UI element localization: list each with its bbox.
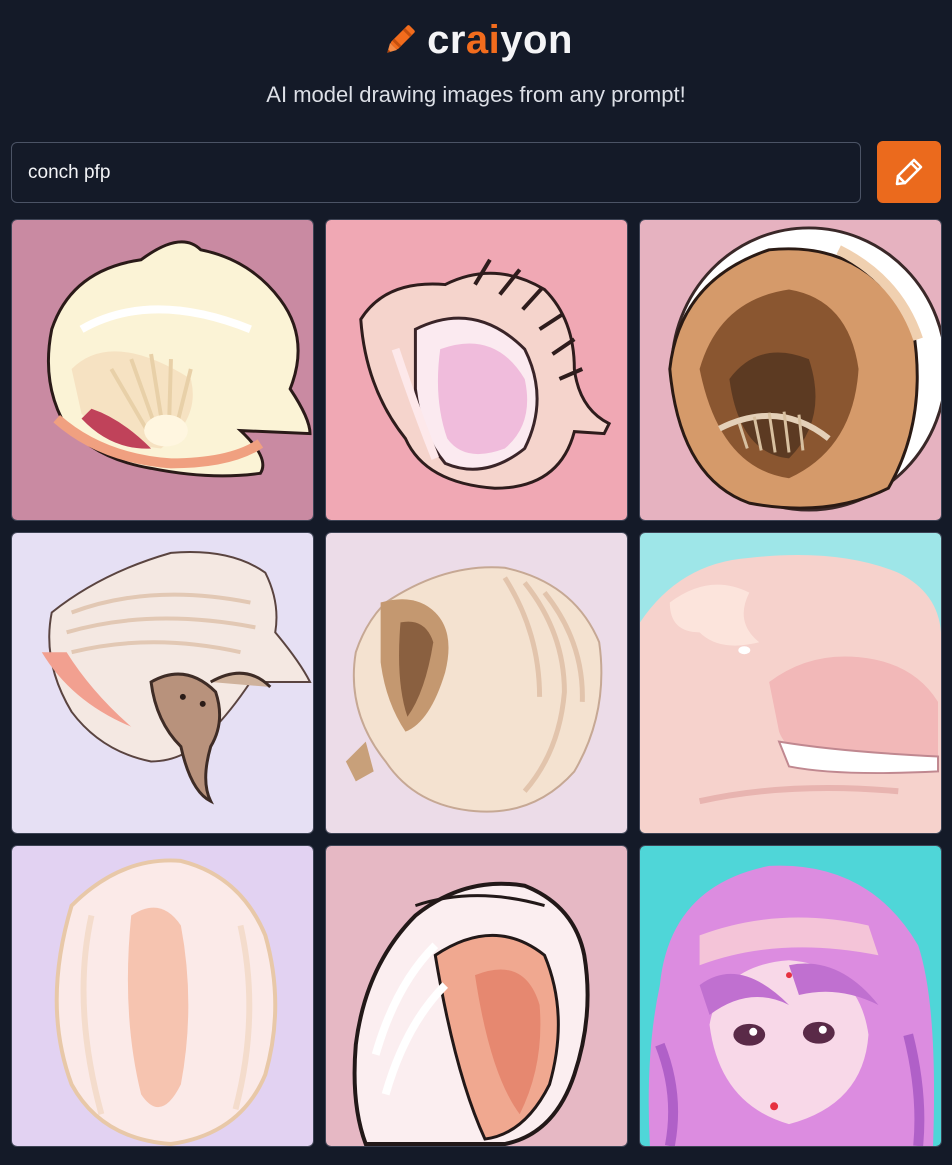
- conch-shell-image: [326, 220, 627, 520]
- prompt-input[interactable]: [11, 142, 861, 203]
- crayon-icon: [387, 25, 415, 53]
- result-image-8[interactable]: [325, 845, 628, 1147]
- craiyon-logo[interactable]: craiyon: [379, 19, 573, 61]
- result-image-2[interactable]: [325, 219, 628, 521]
- result-image-6[interactable]: [639, 532, 942, 834]
- result-image-4[interactable]: [11, 532, 314, 834]
- conch-shell-image: [12, 220, 313, 520]
- draw-button[interactable]: [877, 141, 941, 203]
- conch-shell-image: [12, 846, 313, 1146]
- conch-shell-image: [640, 220, 941, 520]
- logo-text-prefix: cr: [427, 18, 466, 62]
- logo-text: craiyon: [427, 20, 573, 60]
- tagline: AI model drawing images from any prompt!: [266, 82, 686, 107]
- conch-shell-image: [326, 533, 627, 833]
- conch-shell-image: [326, 846, 627, 1146]
- conch-shell-image: [640, 533, 941, 833]
- result-image-3[interactable]: [639, 219, 942, 521]
- anime-avatar-image: [640, 846, 941, 1146]
- logo-text-accent: ai: [465, 18, 501, 62]
- result-image-9[interactable]: [639, 845, 942, 1147]
- conch-shell-image: [12, 533, 313, 833]
- results-grid: [11, 219, 942, 1147]
- result-image-1[interactable]: [11, 219, 314, 521]
- result-image-5[interactable]: [325, 532, 628, 834]
- logo-text-suffix: yon: [500, 18, 573, 62]
- result-image-7[interactable]: [11, 845, 314, 1147]
- header: craiyon: [0, 14, 952, 66]
- pencil-icon: [895, 158, 923, 186]
